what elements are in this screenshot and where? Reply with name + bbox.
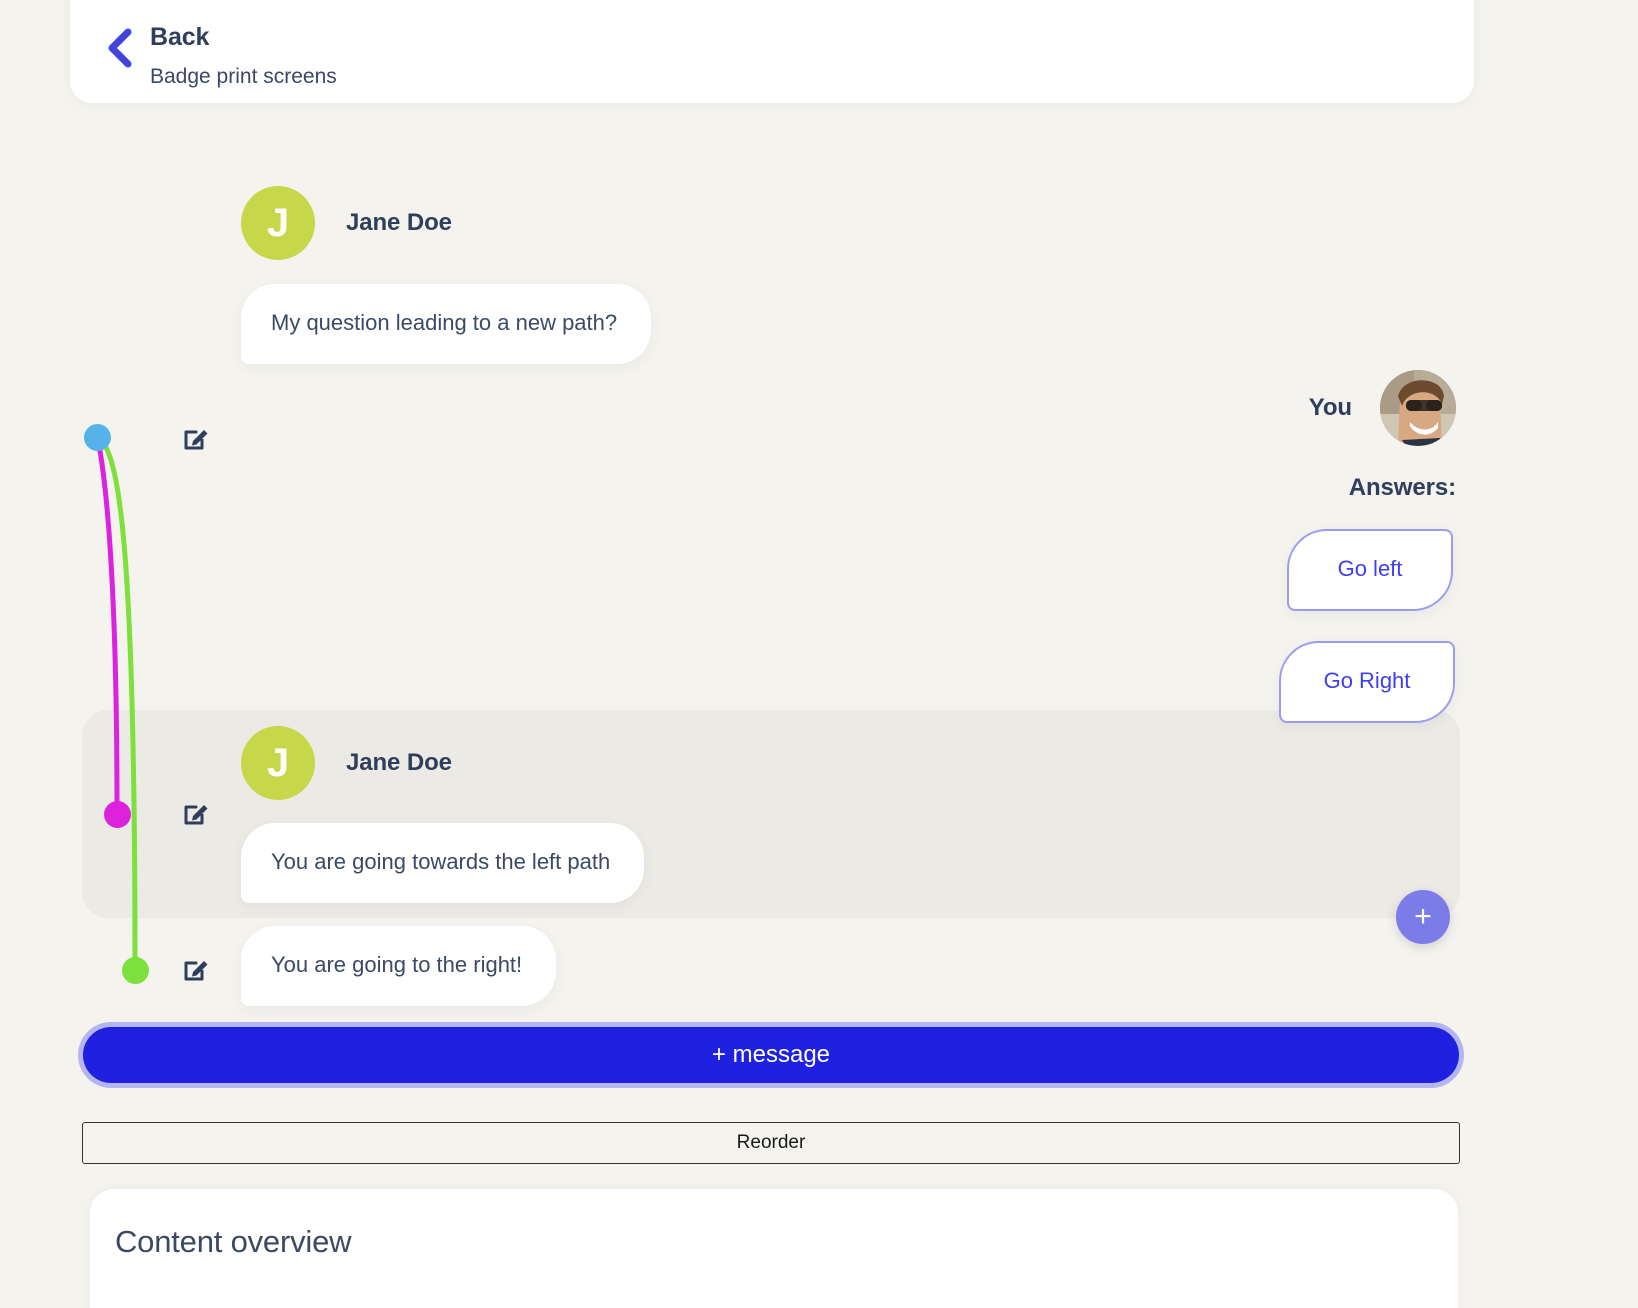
edit-pencil-icon[interactable]: [183, 956, 209, 982]
edit-pencil-icon[interactable]: [183, 425, 209, 451]
answers-label: Answers:: [1348, 474, 1456, 501]
message-block: J Jane Doe You are going towards the lef…: [241, 726, 645, 903]
back-navigation[interactable]: Back Badge print screens: [102, 22, 337, 90]
answers-list: Go left Go Right: [1178, 529, 1638, 723]
header-texts: Back Badge print screens: [150, 22, 337, 90]
user-answers-block: You Answers: Go left Go Right: [1178, 370, 1638, 723]
message-sender-row: J Jane Doe: [241, 726, 644, 800]
message-bubble[interactable]: You are going to the right!: [241, 926, 557, 1006]
add-message-button-ring: + message: [78, 1022, 1464, 1088]
back-label: Back: [150, 23, 210, 51]
message-block: J Jane Doe My question leading to a new …: [241, 186, 652, 364]
app-page: Back Badge print screens J Jane Doe My q: [0, 0, 1638, 1308]
avatar: J: [241, 186, 315, 260]
avatar: [1380, 370, 1456, 446]
message-bubble[interactable]: You are going towards the left path: [241, 823, 645, 903]
edit-pencil-icon[interactable]: [183, 800, 209, 826]
sender-name: Jane Doe: [346, 749, 452, 776]
timeline-node-blue[interactable]: [84, 424, 111, 451]
answer-option-go-right[interactable]: Go Right: [1279, 641, 1455, 723]
content-overview-title: Content overview: [115, 1224, 352, 1259]
timeline-node-magenta[interactable]: [104, 801, 131, 828]
avatar: J: [241, 726, 315, 800]
plus-icon: +: [1414, 900, 1432, 933]
timeline-node-green[interactable]: [122, 957, 149, 984]
user-label: You: [1308, 394, 1352, 421]
message-bubble[interactable]: My question leading to a new path?: [241, 284, 652, 364]
header-card: Back Badge print screens: [70, 0, 1474, 103]
user-identity-row: You: [1178, 370, 1638, 446]
message-block: You are going to the right!: [241, 926, 557, 1006]
page-subtitle: Badge print screens: [150, 65, 337, 88]
add-floating-button[interactable]: +: [1396, 890, 1450, 944]
chevron-left-icon[interactable]: [102, 26, 136, 70]
add-message-button[interactable]: + message: [83, 1027, 1459, 1083]
reorder-button[interactable]: Reorder: [82, 1122, 1460, 1164]
sender-name: Jane Doe: [346, 209, 452, 236]
content-overview-card: Content overview: [90, 1189, 1458, 1308]
message-sender-row: J Jane Doe: [241, 186, 651, 260]
answer-option-go-left[interactable]: Go left: [1287, 529, 1453, 611]
